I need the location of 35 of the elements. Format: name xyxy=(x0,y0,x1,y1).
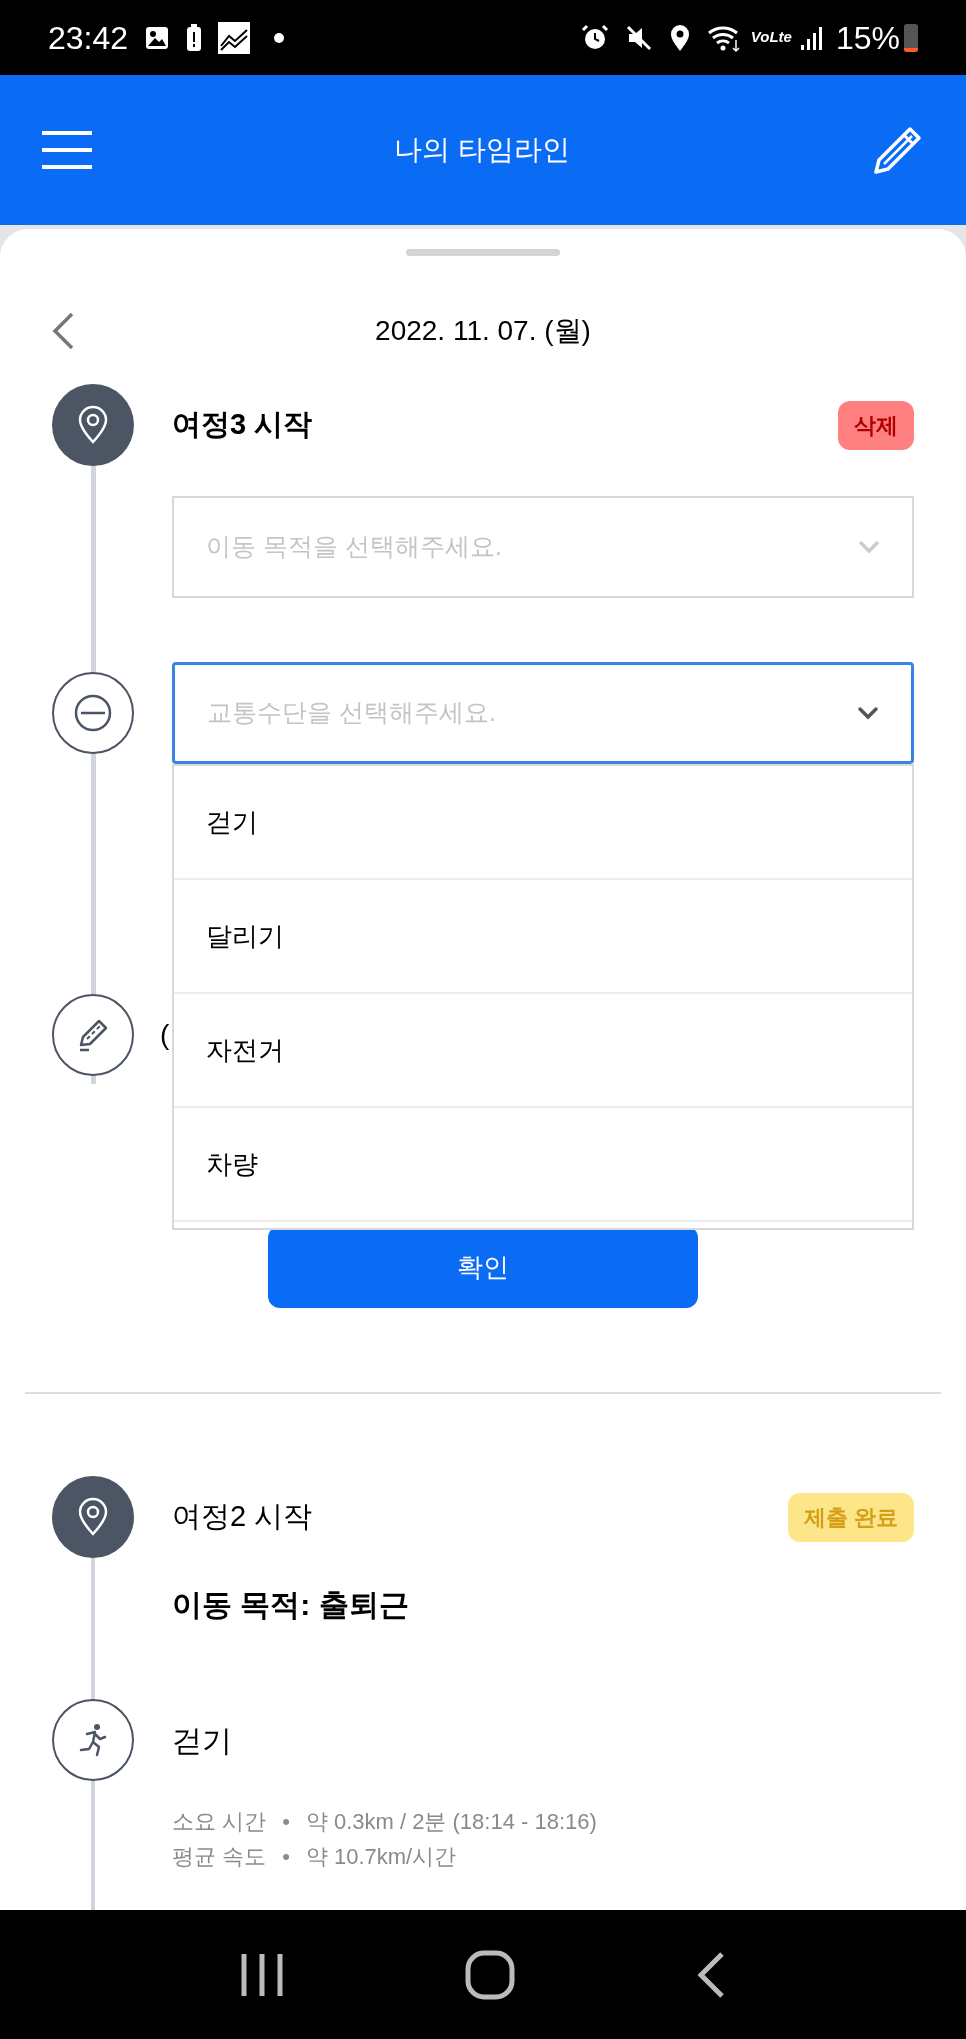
detail-label: 평균 속도 xyxy=(172,1843,267,1871)
chevron-down-icon xyxy=(857,706,879,720)
battery-percent: 15% xyxy=(835,18,900,58)
back-icon[interactable] xyxy=(695,1950,726,1999)
battery-alert-icon xyxy=(186,23,203,52)
mute-icon xyxy=(624,23,653,52)
journey-title: 여정3 시작 xyxy=(172,407,314,443)
separator-dot: • xyxy=(282,1808,290,1836)
chevron-down-icon xyxy=(858,540,880,554)
memo-label: ( xyxy=(160,1018,170,1052)
purpose-label: 이동 목적: 출퇴근 xyxy=(172,1587,410,1623)
back-chevron-icon[interactable] xyxy=(50,311,76,351)
journey-title: 여정2 시작 xyxy=(172,1499,314,1535)
network-label: VoLte xyxy=(750,27,792,48)
transport-mode: 걷기 xyxy=(172,1722,232,1759)
signal-icon xyxy=(799,24,824,51)
menu-icon[interactable] xyxy=(40,130,94,170)
app-title: 나의 타임라인 xyxy=(394,133,570,167)
clock: 23:42 xyxy=(48,18,129,58)
recent-apps-icon[interactable] xyxy=(240,1951,285,1998)
battery-icon xyxy=(904,23,918,52)
detail-value: 약 0.3km / 2분 (18:14 - 18:16) xyxy=(305,1808,597,1836)
separator-dot: • xyxy=(282,1843,290,1871)
chart-icon xyxy=(218,21,251,54)
select-placeholder: 교통수단을 선택해주세요. xyxy=(207,697,496,729)
date-label: 2022. 11. 07. (월) xyxy=(374,314,592,348)
alarm-icon xyxy=(580,23,609,52)
detail-label: 소요 시간 xyxy=(172,1808,267,1836)
image-icon xyxy=(144,24,171,51)
location-icon xyxy=(668,23,691,52)
status-badge: 제출 완료 xyxy=(787,1492,914,1542)
detail-value: 약 10.7km/시간 xyxy=(305,1843,457,1871)
home-icon[interactable] xyxy=(465,1949,515,2000)
drag-handle[interactable] xyxy=(406,249,560,256)
select-placeholder: 이동 목적을 선택해주세요. xyxy=(206,531,502,563)
